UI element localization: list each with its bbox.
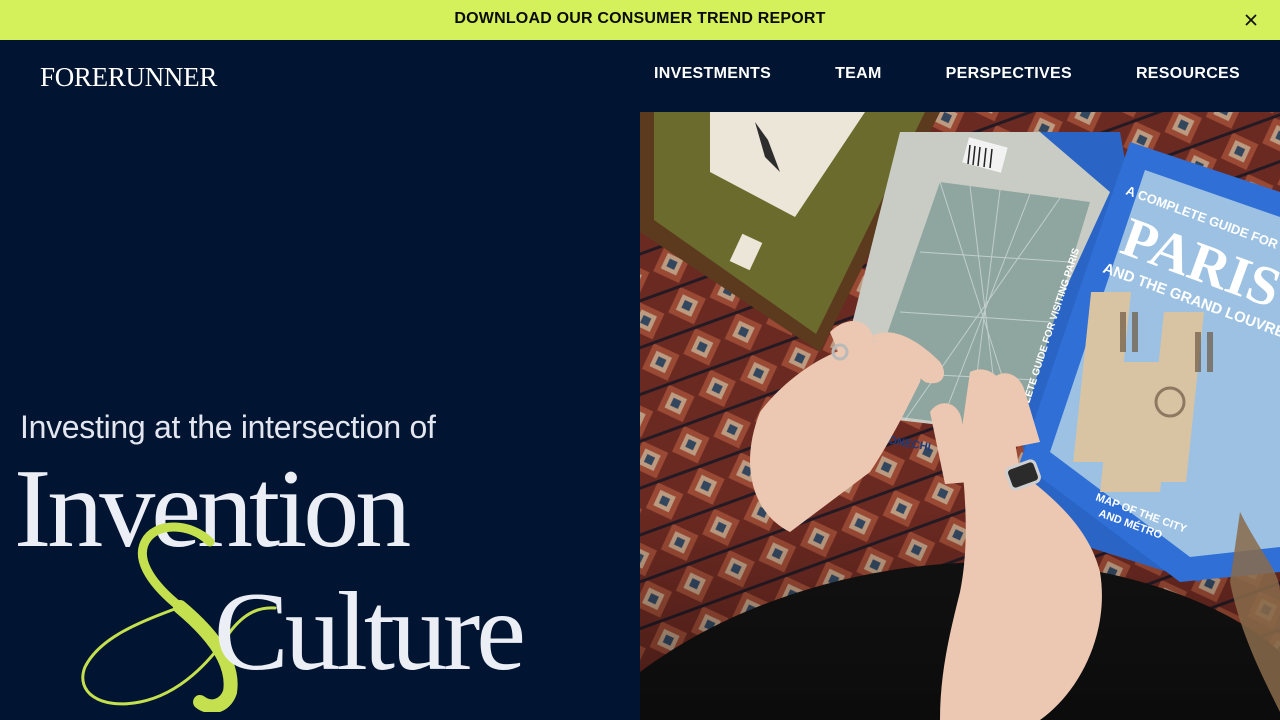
hero-tagline: Investing at the intersection of: [20, 409, 436, 445]
hero-photo: A COMPLETE GUIDE FOR VISITING PARIS AND …: [640, 112, 1280, 720]
nav-item-team[interactable]: TEAM: [835, 64, 882, 84]
main-nav: INVESTMENTS TEAM PERSPECTIVES RESOURCES: [654, 64, 1240, 84]
close-icon[interactable]: [1242, 11, 1260, 29]
nav-item-perspectives[interactable]: PERSPECTIVES: [946, 64, 1072, 84]
announcement-banner: DOWNLOAD OUR CONSUMER TREND REPORT: [0, 0, 1280, 40]
logo[interactable]: FORERUNNER: [40, 62, 217, 92]
svg-text:&: &: [60, 512, 71, 516]
banner-download-link[interactable]: DOWNLOAD OUR CONSUMER TREND REPORT: [454, 10, 825, 28]
hero-headline-culture: Culture: [214, 570, 526, 694]
hero-text-panel: Investing at the intersection of Inventi…: [0, 112, 640, 720]
nav-item-resources[interactable]: RESOURCES: [1136, 64, 1240, 84]
site-header: FORERUNNER INVESTMENTS TEAM PERSPECTIVES…: [0, 40, 1280, 112]
hero-photo-illustration: A COMPLETE GUIDE FOR VISITING PARIS AND …: [640, 112, 1280, 720]
nav-item-investments[interactable]: INVESTMENTS: [654, 64, 771, 84]
